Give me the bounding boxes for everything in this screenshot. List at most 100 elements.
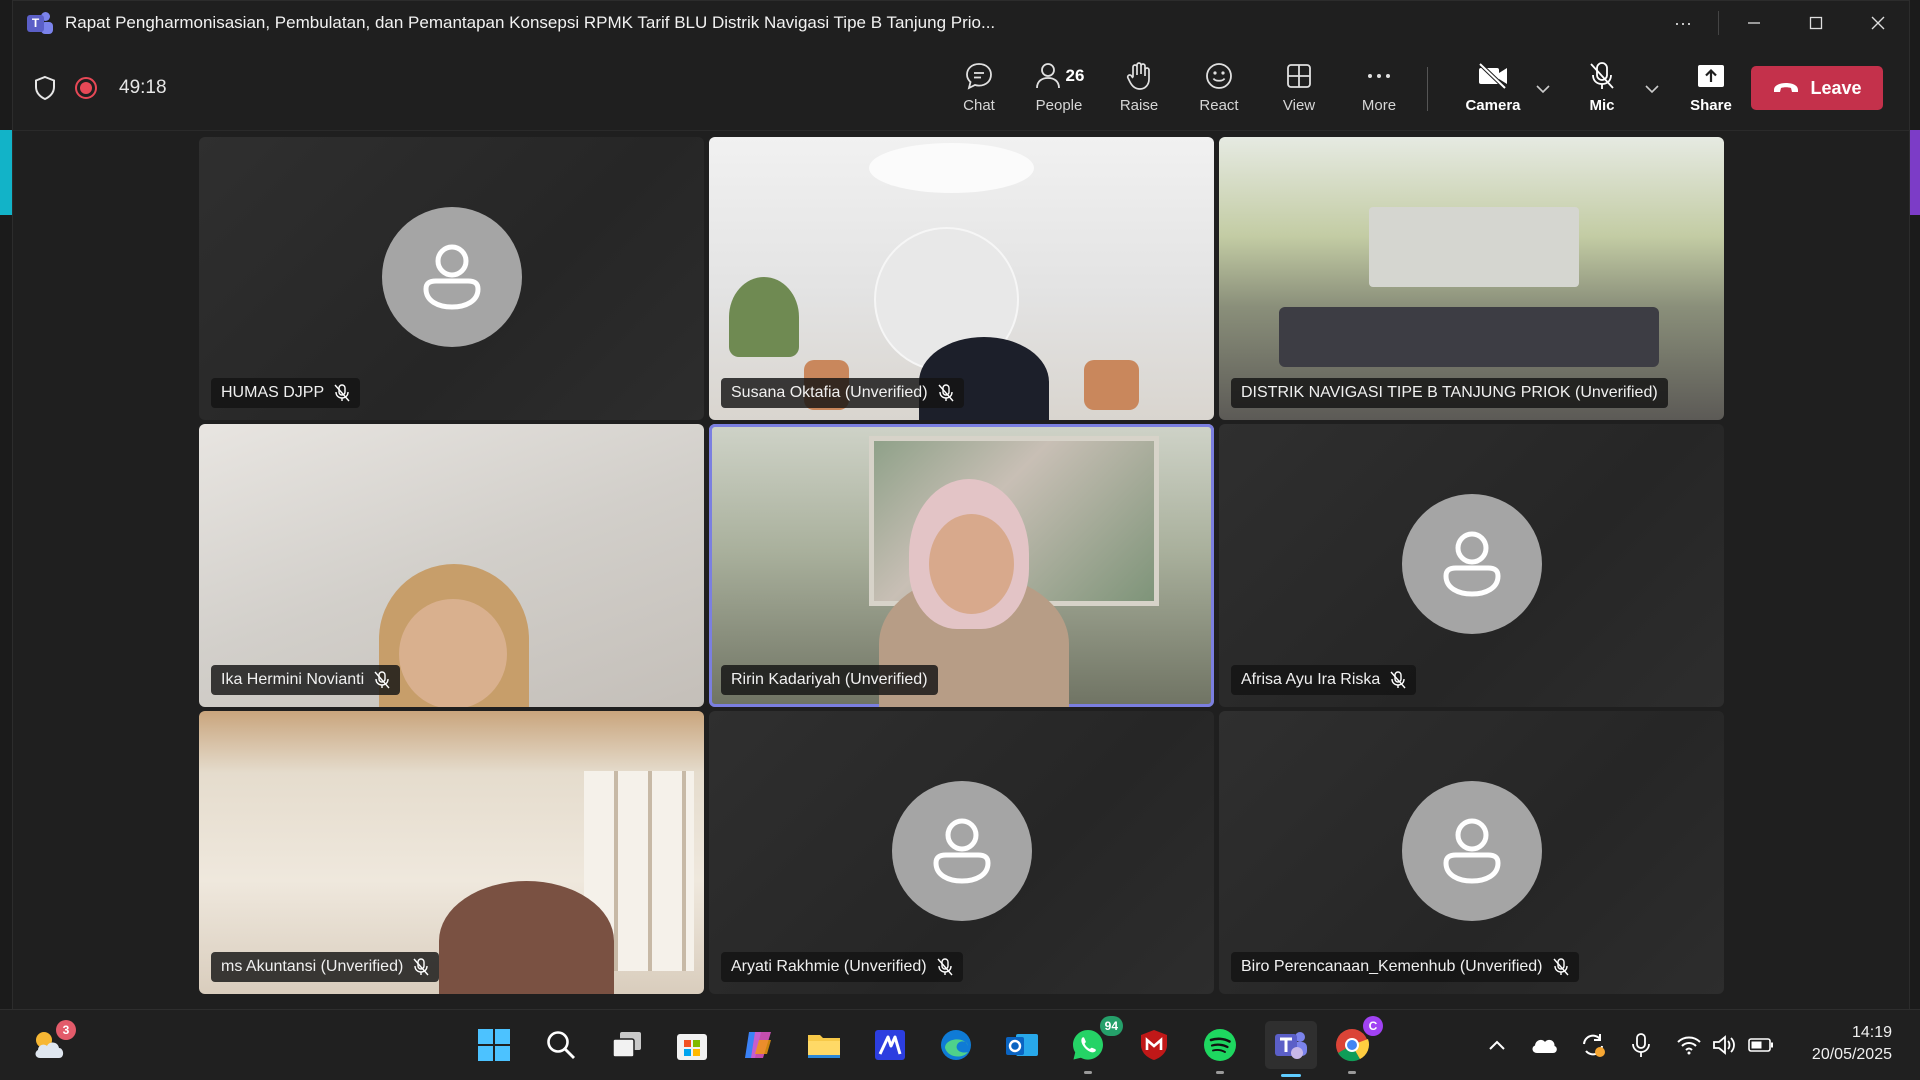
raise-hand-button[interactable]: Raise [1101, 59, 1177, 121]
person-placeholder-icon [1442, 531, 1501, 597]
task-view-button[interactable] [606, 1024, 648, 1066]
desktop-accent [1910, 130, 1920, 215]
participant-tile[interactable]: Aryati Rakhmie (Unverified) [709, 711, 1214, 994]
mic-off-icon [938, 384, 954, 402]
app-running-indicator [1084, 1071, 1092, 1074]
wifi-button[interactable] [1674, 1030, 1704, 1060]
camera-off-icon [1478, 62, 1507, 90]
mcafee-button[interactable] [1133, 1024, 1175, 1066]
window-more-button[interactable]: ··· [1652, 1, 1714, 45]
toolbar-divider [1427, 67, 1428, 111]
leave-label: Leave [1810, 77, 1862, 98]
participant-name: DISTRIK NAVIGASI TIPE B TANJUNG PRIOK (U… [1241, 384, 1658, 401]
maximize-button[interactable] [1785, 1, 1847, 45]
close-button[interactable] [1847, 1, 1909, 45]
show-hidden-icons-button[interactable] [1482, 1030, 1512, 1060]
notification-badge: 3 [56, 1020, 76, 1040]
people-label: People [1035, 97, 1083, 114]
share-screen-icon [1698, 65, 1724, 87]
edge-browser-button[interactable] [935, 1024, 977, 1066]
mic-button[interactable]: Mic [1564, 59, 1640, 121]
app-button[interactable] [869, 1024, 911, 1066]
spotify-button[interactable] [1199, 1024, 1241, 1074]
react-button[interactable]: React [1181, 59, 1257, 121]
video-grid: HUMAS DJPP Susana Oktafia (Unverified) D… [13, 132, 1909, 1010]
chat-button[interactable]: Chat [941, 59, 1017, 121]
share-button[interactable]: Share [1673, 59, 1749, 121]
participant-video [439, 881, 614, 994]
participant-name: ms Akuntansi (Unverified) [221, 958, 404, 975]
minimize-button[interactable] [1723, 1, 1785, 45]
sync-icon [1583, 1034, 1605, 1057]
participant-tile[interactable]: Biro Perencanaan_Kemenhub (Unverified) [1219, 711, 1724, 994]
shield-icon[interactable] [33, 75, 57, 101]
avatar [891, 781, 1032, 921]
mic-options-button[interactable] [1642, 79, 1662, 99]
volume-icon [1713, 1035, 1735, 1055]
battery-button[interactable] [1746, 1030, 1776, 1060]
camera-button[interactable]: Camera [1455, 59, 1531, 121]
view-button[interactable]: View [1261, 59, 1337, 121]
participant-name-tag: Aryati Rakhmie (Unverified) [721, 952, 963, 982]
smiley-icon [1206, 63, 1232, 89]
participant-tile[interactable]: HUMAS DJPP [199, 137, 704, 420]
participant-video [929, 514, 1014, 614]
app-logo-icon [875, 1030, 905, 1060]
teams-taskbar-button[interactable] [1265, 1021, 1317, 1077]
teams-logo-icon: T [27, 10, 53, 36]
search-button[interactable] [540, 1024, 582, 1066]
app-running-indicator [1216, 1071, 1224, 1074]
store-icon [677, 1034, 707, 1060]
chrome-button[interactable]: C [1331, 1016, 1383, 1074]
volume-button[interactable] [1710, 1030, 1740, 1060]
meeting-status: 49:18 [33, 45, 167, 131]
onedrive-button[interactable] [1529, 1030, 1559, 1060]
participant-tile[interactable]: DISTRIK NAVIGASI TIPE B TANJUNG PRIOK (U… [1219, 137, 1724, 420]
whatsapp-icon [1073, 1030, 1103, 1060]
leave-button[interactable]: Leave [1751, 66, 1883, 110]
weather-widget-button[interactable]: 3 [28, 1020, 76, 1066]
spotify-icon [1204, 1029, 1236, 1061]
whatsapp-button[interactable]: 94 [1067, 1016, 1123, 1074]
cloud-icon [1532, 1039, 1557, 1053]
more-button[interactable]: More [1341, 59, 1417, 121]
clock-date: 20/05/2025 [1811, 1046, 1892, 1063]
participant-tile[interactable]: ms Akuntansi (Unverified) [199, 711, 704, 994]
outlook-button[interactable] [1001, 1024, 1043, 1066]
desktop-edge-left [0, 0, 12, 1009]
participant-tile[interactable]: Afrisa Ayu Ira Riska [1219, 424, 1724, 707]
sync-status-button[interactable] [1578, 1030, 1608, 1060]
start-button[interactable] [473, 1024, 515, 1066]
avatar [1401, 494, 1542, 634]
meeting-toolbar: 49:18 Chat 26 People Raise React View Mo… [13, 45, 1909, 131]
people-button[interactable]: 26 People [1021, 59, 1097, 121]
taskbar: 3 94 C 14:19 20/05/2025 [0, 1009, 1920, 1080]
camera-options-button[interactable] [1533, 79, 1553, 99]
meeting-timer: 49:18 [119, 77, 167, 98]
raise-label: Raise [1119, 97, 1159, 114]
participant-name: Ika Hermini Novianti [221, 671, 365, 688]
participant-tile-active-speaker[interactable]: Ririn Kadariyah (Unverified) [709, 424, 1214, 707]
wifi-icon [1677, 1036, 1701, 1055]
microphone-in-use-button[interactable] [1626, 1030, 1656, 1060]
copilot-app-button[interactable] [737, 1024, 779, 1066]
camera-label: Camera [1465, 97, 1521, 114]
participant-video [399, 599, 507, 707]
app-running-indicator [1348, 1071, 1356, 1074]
mcafee-shield-icon [1141, 1030, 1167, 1060]
store-app-button[interactable] [671, 1024, 713, 1066]
more-dots-icon [1368, 74, 1390, 78]
clock-time: 14:19 [1851, 1024, 1892, 1041]
file-explorer-button[interactable] [803, 1024, 845, 1066]
video-background [1084, 360, 1139, 410]
participant-tile[interactable]: Susana Oktafia (Unverified) [709, 137, 1214, 420]
participant-tile[interactable]: Ika Hermini Novianti [199, 424, 704, 707]
edge-icon [941, 1030, 971, 1060]
participant-name: Afrisa Ayu Ira Riska [1241, 671, 1381, 688]
participant-name-tag: Ika Hermini Novianti [211, 665, 401, 695]
share-label: Share [1690, 97, 1732, 114]
chat-label: Chat [963, 97, 995, 114]
maximize-icon [1809, 16, 1823, 30]
teams-meeting-window: T Rapat Pengharmonisasian, Pembulatan, d… [12, 0, 1910, 1010]
system-clock[interactable]: 14:19 20/05/2025 [1812, 1022, 1892, 1066]
